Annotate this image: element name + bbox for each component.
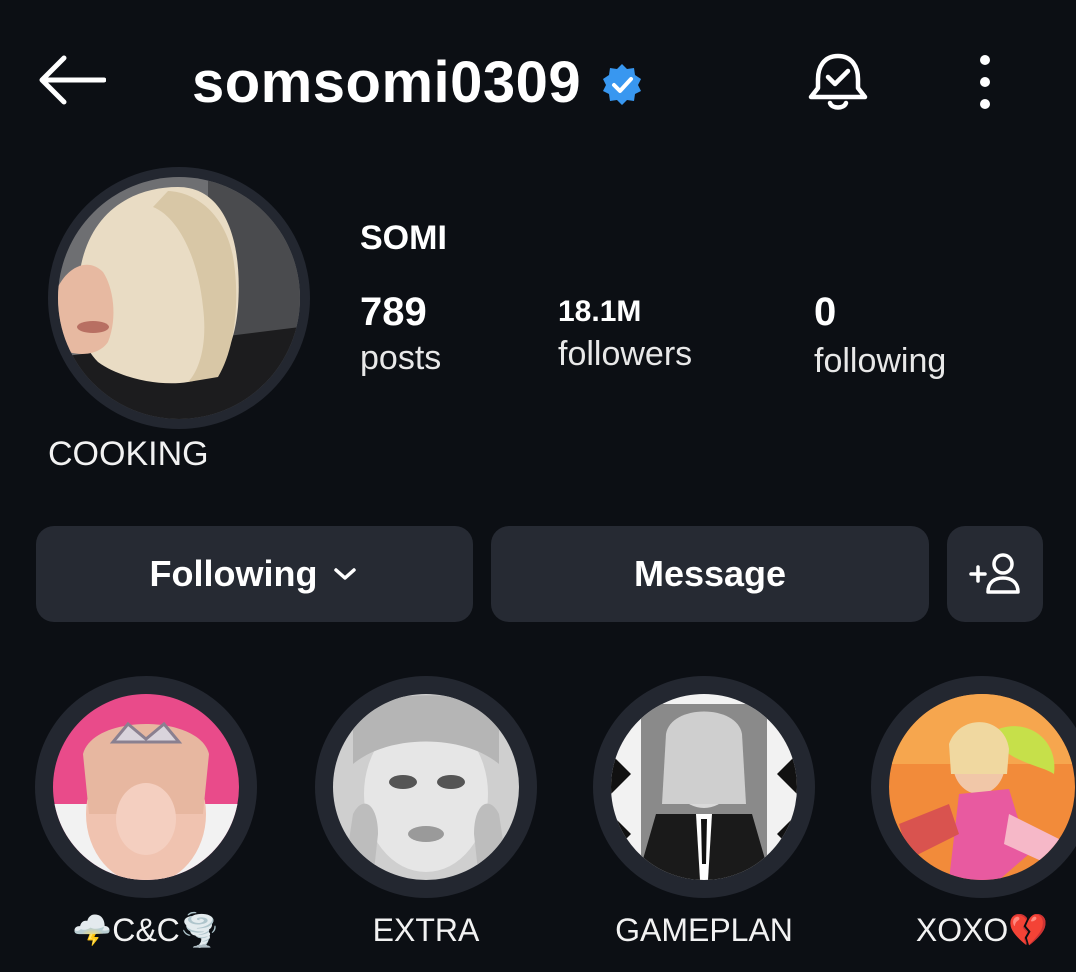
followers-stat[interactable]: 18.1M followers [558, 292, 692, 376]
posts-count: 789 [360, 290, 427, 334]
highlight-label: 🌩️C&C🌪️ [72, 912, 220, 948]
posts-label: posts [360, 339, 442, 377]
following-label: following [814, 342, 947, 380]
display-name: SOMI [360, 219, 447, 257]
highlight-cover [53, 694, 239, 880]
back-arrow-icon [39, 55, 107, 105]
highlight-label: GAMEPLAN [615, 912, 793, 948]
profile-username: somsomi0309 [192, 50, 582, 115]
following-button[interactable]: Following [36, 526, 473, 622]
more-vertical-icon [980, 55, 990, 109]
chevron-down-icon [334, 568, 357, 580]
back-button[interactable] [34, 52, 107, 108]
suggest-people-button[interactable] [947, 526, 1043, 622]
message-button[interactable]: Message [491, 526, 929, 622]
profile-avatar[interactable] [48, 167, 310, 429]
highlight-item[interactable]: 🌩️C&C🌪️ [30, 676, 262, 950]
highlight-cover-ring [35, 676, 257, 898]
avatar-note: COOKING [48, 435, 209, 473]
posts-stat[interactable]: 789 posts [360, 288, 441, 380]
avatar-image [58, 177, 300, 419]
highlight-cover-ring [315, 676, 537, 898]
followers-count: 18.1M [558, 295, 642, 328]
message-button-label: Message [633, 553, 787, 594]
verified-badge-icon [600, 62, 644, 106]
highlight-cover-ring [593, 676, 815, 898]
highlight-cover [889, 694, 1075, 880]
highlight-cover [611, 694, 797, 880]
add-person-icon [969, 553, 1020, 594]
highlight-item[interactable]: XOXO💔 [866, 676, 1076, 950]
highlight-cover [333, 694, 519, 880]
highlight-item[interactable]: GAMEPLAN [588, 676, 820, 950]
following-stat[interactable]: 0 following [814, 288, 946, 386]
highlight-item[interactable]: EXTRA [310, 676, 542, 950]
following-count: 0 [814, 290, 837, 334]
profile-header: somsomi0309 [0, 0, 1076, 165]
more-options-button[interactable] [963, 52, 1007, 112]
following-button-label: Following [149, 553, 318, 594]
highlight-label: EXTRA [372, 912, 480, 948]
notifications-bell-button[interactable] [803, 50, 873, 114]
highlight-cover-ring [871, 676, 1076, 898]
followers-label: followers [558, 335, 693, 373]
bell-icon [808, 53, 868, 110]
highlight-label: XOXO💔 [915, 912, 1049, 948]
